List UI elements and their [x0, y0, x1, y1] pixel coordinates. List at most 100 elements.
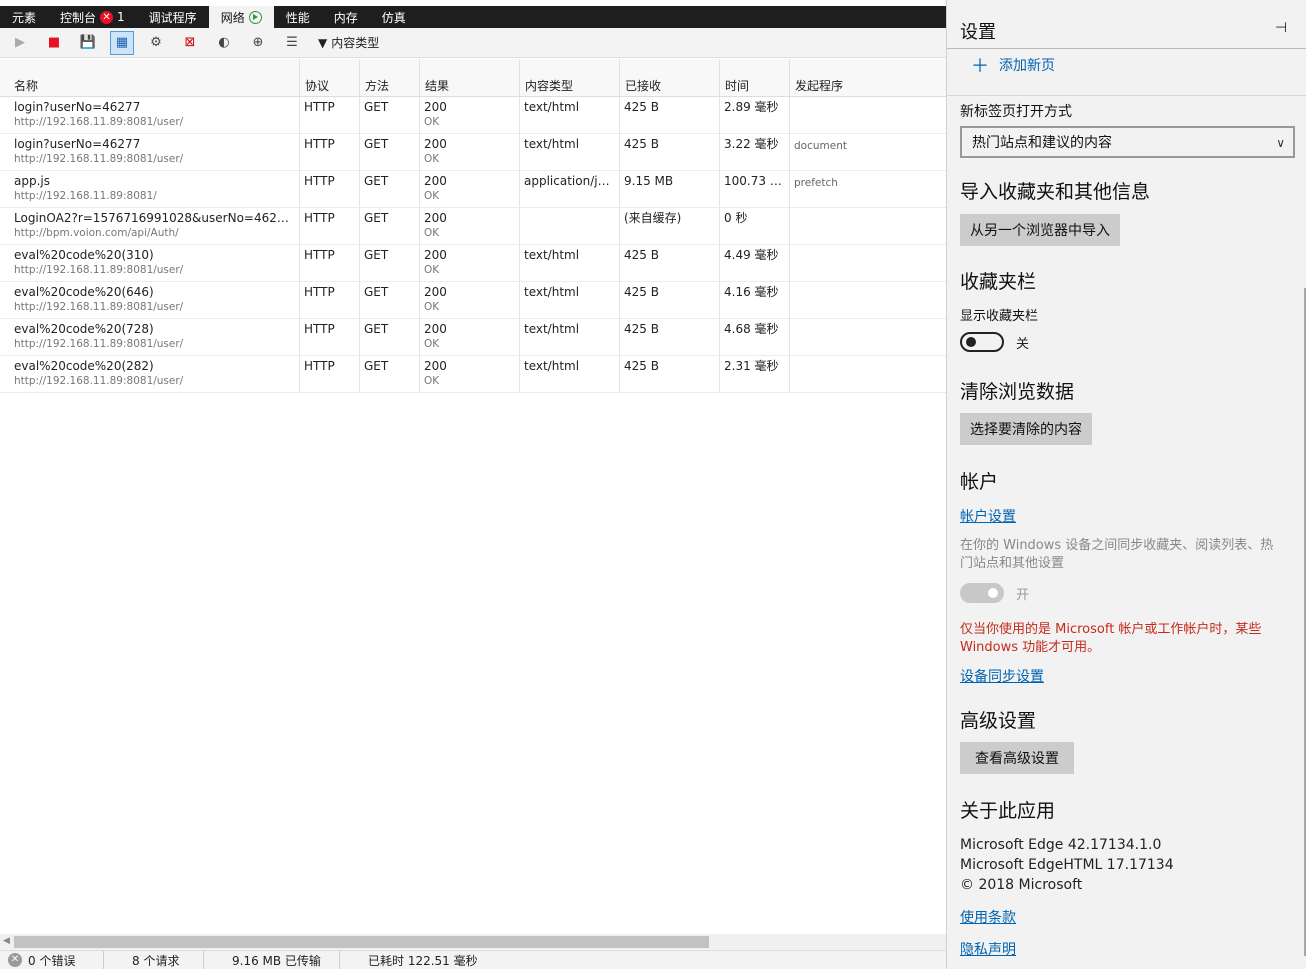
- status-requests: 8 个请求: [104, 950, 204, 969]
- request-result-text: 200: [424, 174, 447, 188]
- request-name-subtext: http://192.168.11.89:8081/user/: [14, 375, 184, 387]
- request-method-text: GET: [364, 285, 389, 299]
- tab-network[interactable]: 网络: [208, 6, 274, 28]
- add-new-page-button[interactable]: ＋ 添加新页: [971, 52, 1055, 78]
- tab-label: 内存: [333, 10, 358, 25]
- request-result-subtext: OK: [424, 264, 440, 276]
- pin-icon[interactable]: ⊣: [1275, 20, 1287, 36]
- clear-on-navigate-button[interactable]: ▦: [110, 30, 134, 55]
- advanced-settings-button[interactable]: 查看高级设置: [960, 742, 1074, 774]
- import-button[interactable]: 从另一个浏览器中导入: [960, 214, 1120, 246]
- tab-label: 元素: [12, 10, 37, 25]
- tab-console[interactable]: 控制台 ✕ 1: [48, 6, 137, 28]
- request-name-text: login?userNo=46277: [14, 137, 141, 151]
- request-method-text: GET: [364, 137, 389, 151]
- tab-debugger[interactable]: 调试程序: [137, 6, 209, 28]
- request-method: GET: [360, 134, 420, 170]
- clear-data-heading: 清除浏览数据: [960, 381, 1075, 403]
- tab-emulation[interactable]: 仿真: [370, 6, 418, 28]
- devtools-tabbar: 元素 控制台 ✕ 1 调试程序 网络 性能 内存 仿真: [0, 6, 946, 28]
- about-heading: 关于此应用: [960, 800, 1056, 822]
- toggle-knob: [988, 588, 998, 598]
- request-name-text: eval%20code%20(282): [14, 359, 154, 373]
- settings-title: 设置: [960, 22, 996, 43]
- column-header-received[interactable]: 已接收: [620, 59, 720, 96]
- play-button[interactable]: ▶: [8, 31, 32, 55]
- table-row[interactable]: LoginOA2?r=1576716991028&userNo=46277&to…: [0, 208, 946, 245]
- column-header-name[interactable]: 名称: [0, 59, 300, 96]
- privacy-link[interactable]: 隐私声明: [960, 939, 1016, 959]
- save-button[interactable]: 💾: [76, 31, 100, 55]
- always-refresh-button[interactable]: ⚙: [144, 31, 168, 55]
- play-icon: ▶: [15, 35, 25, 50]
- request-time: 2.31 毫秒: [720, 356, 790, 392]
- request-result: 200 OK: [420, 282, 520, 318]
- tab-label: 性能: [285, 10, 310, 25]
- clear-cookies-button[interactable]: ◐: [212, 31, 236, 55]
- column-header-content-type[interactable]: 内容类型: [520, 59, 620, 96]
- stop-icon: ■: [47, 35, 61, 50]
- tab-elements[interactable]: 元素: [0, 6, 48, 28]
- table-row[interactable]: app.js http://192.168.11.89:8081/HTTP GET 2…: [0, 171, 946, 208]
- status-bar: ✕ 0 个错误 8 个请求 9.16 MB 已传输 已耗时 122.51 毫秒: [0, 950, 946, 969]
- stop-button[interactable]: ■: [42, 31, 66, 55]
- new-tab-select[interactable]: 热门站点和建议的内容 ∨: [960, 126, 1295, 158]
- table-row[interactable]: eval%20code%20(728) http://192.168.11.89:…: [0, 319, 946, 356]
- request-content-type-text: text/html: [524, 359, 580, 373]
- request-received-text: 425 B: [624, 285, 659, 299]
- import-button[interactable]: ⊕: [246, 31, 270, 55]
- version-edgehtml: Microsoft EdgeHTML 17.17134: [960, 857, 1174, 873]
- status-transferred: 9.16 MB 已传输: [204, 950, 340, 969]
- request-time: 3.22 毫秒: [720, 134, 790, 170]
- list-icon: ☰: [286, 35, 298, 50]
- request-content-type-text: text/html: [524, 322, 580, 336]
- tab-performance[interactable]: 性能: [274, 6, 322, 28]
- request-content-type: [520, 208, 620, 244]
- terms-link[interactable]: 使用条款: [960, 907, 1016, 927]
- clear-cache-button[interactable]: ⊠: [178, 31, 202, 55]
- column-header-method[interactable]: 方法: [360, 59, 420, 96]
- show-favorites-label: 显示收藏夹栏: [960, 309, 1039, 324]
- scrollbar-thumb[interactable]: [14, 936, 709, 948]
- request-initiator: [790, 97, 946, 133]
- request-result: 200 OK: [420, 171, 520, 207]
- recording-icon: [248, 10, 262, 24]
- request-protocol-text: HTTP: [304, 359, 335, 373]
- table-row[interactable]: login?userNo=46277 http://192.168.11.89:8…: [0, 134, 946, 171]
- column-header-time[interactable]: 时间: [720, 59, 790, 96]
- tab-memory[interactable]: 内存: [322, 6, 370, 28]
- version-edge: Microsoft Edge 42.17134.1.0: [960, 837, 1162, 853]
- column-header-protocol[interactable]: 协议: [300, 59, 360, 96]
- sync-state: 开: [1016, 587, 1030, 603]
- account-settings-link[interactable]: 帐户设置: [960, 506, 1016, 526]
- account-warning-line: Windows 功能才可用。: [960, 640, 1101, 655]
- clear-data-button[interactable]: 选择要清除的内容: [960, 413, 1092, 445]
- clear-cookies-icon: ◐: [218, 35, 230, 50]
- request-name: login?userNo=46277 http://192.168.11.89:8…: [0, 97, 300, 133]
- column-header-initiator[interactable]: 发起程序: [790, 59, 946, 96]
- request-name-subtext: http://192.168.11.89:8081/user/: [14, 116, 184, 128]
- status-requests-text: 8 个请求: [132, 953, 180, 968]
- devtools-panel: 元素 控制台 ✕ 1 调试程序 网络 性能 内存 仿真 ▶ ■ 💾 ▦ ⚙ ⊠ …: [0, 0, 946, 969]
- table-row[interactable]: login?userNo=46277 http://192.168.11.89:8…: [0, 97, 946, 134]
- request-method-text: GET: [364, 211, 389, 225]
- request-protocol: HTTP: [300, 208, 360, 244]
- request-received-text: (来自缓存): [624, 211, 682, 225]
- table-row[interactable]: eval%20code%20(310) http://192.168.11.89:…: [0, 245, 946, 282]
- column-header-result[interactable]: 结果: [420, 59, 520, 96]
- device-sync-link[interactable]: 设备同步设置: [960, 666, 1044, 686]
- scroll-left-icon[interactable]: ◀: [3, 936, 10, 946]
- favorites-heading: 收藏夹栏: [960, 271, 1037, 293]
- content-type-filter[interactable]: ▼ 内容类型: [318, 34, 379, 51]
- sync-toggle: [960, 583, 1004, 603]
- toggle-knob: [966, 337, 976, 347]
- list-button[interactable]: ☰: [280, 31, 304, 55]
- request-name-text: app.js: [14, 174, 50, 188]
- table-row[interactable]: eval%20code%20(282) http://192.168.11.89:…: [0, 356, 946, 393]
- request-initiator-text: prefetch: [794, 177, 838, 189]
- horizontal-scrollbar[interactable]: ◀: [0, 934, 946, 950]
- request-result-text: 200: [424, 137, 447, 151]
- table-row[interactable]: eval%20code%20(646) http://192.168.11.89:…: [0, 282, 946, 319]
- request-content-type-text: text/html: [524, 100, 580, 114]
- show-favorites-toggle[interactable]: [960, 332, 1004, 352]
